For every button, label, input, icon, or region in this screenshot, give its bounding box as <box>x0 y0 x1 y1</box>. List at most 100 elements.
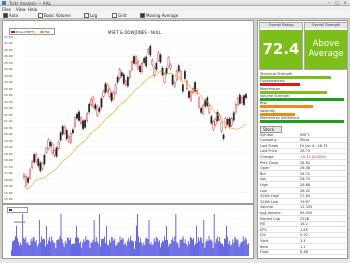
volume-bar <box>196 226 197 256</box>
volume-bar <box>47 243 48 256</box>
volume-bar <box>122 238 124 256</box>
candle-body <box>141 63 144 73</box>
candle-body <box>151 60 154 66</box>
candle-body <box>173 82 176 87</box>
grid-checkbox[interactable]: Grid <box>112 13 126 18</box>
volume-bar <box>131 240 132 256</box>
volume-bar <box>76 226 77 256</box>
y-tick-label: 24.00 <box>4 80 13 85</box>
volume-bar <box>209 240 211 256</box>
candle-body <box>220 121 223 132</box>
volume-bar <box>169 243 171 256</box>
candle-body <box>241 97 243 103</box>
minimize-icon[interactable]: – <box>326 1 332 5</box>
volume-bar <box>67 237 69 256</box>
volume-bar <box>155 236 157 256</box>
candle-body <box>183 71 186 79</box>
candle-body <box>159 54 162 63</box>
analysis-panel: Overall Rating 72.4 Overall Strength Abo… <box>257 20 348 259</box>
volume-bar <box>17 238 18 256</box>
basic-volume-checkbox[interactable]: Basic Volume <box>38 13 71 18</box>
maximize-icon[interactable]: □ <box>334 1 340 5</box>
y-tick-label: 22.00 <box>4 106 13 111</box>
toolbar: Auto Basic Volume Log Grid Moving Averag… <box>0 11 350 19</box>
volume-bar <box>194 245 195 256</box>
candle-body <box>41 163 44 170</box>
detail-value: MSFT <box>300 132 310 137</box>
volume-bar <box>132 240 133 256</box>
detail-value: 1.1 <box>300 244 306 249</box>
candle-body <box>181 84 184 92</box>
overall-rating-header: Overall Rating <box>260 23 302 28</box>
volume-bar <box>153 238 155 256</box>
volume-bar <box>144 245 146 256</box>
volume-bar <box>84 241 86 256</box>
close-icon[interactable]: × <box>342 1 348 5</box>
candle-body <box>230 118 233 126</box>
volume-bar <box>141 242 143 256</box>
candle-body <box>82 120 84 129</box>
detail-value: 27.64 <box>300 194 311 199</box>
candle-body <box>190 91 192 101</box>
detail-value: 19.67 <box>300 199 311 204</box>
volume-bar <box>35 239 37 256</box>
candle-body <box>51 143 54 154</box>
volume-bar <box>62 243 64 256</box>
candle-body <box>169 64 172 69</box>
log-checkbox[interactable]: Log <box>84 13 97 18</box>
volume-bar <box>134 249 135 256</box>
volume-bar <box>106 226 107 256</box>
volume-bar <box>127 238 129 256</box>
volume-bar <box>104 236 105 256</box>
volume-bars <box>11 214 249 256</box>
candle-body <box>35 154 38 162</box>
y-tick-label: 27.50 <box>4 35 13 39</box>
candle-body <box>74 117 76 127</box>
volume-bar <box>46 226 47 256</box>
volume-bar <box>224 238 225 256</box>
volume-bar <box>58 239 60 256</box>
volume-bar <box>161 243 162 256</box>
volume-bar <box>51 236 53 256</box>
volume-bar <box>236 240 238 256</box>
auto-checkbox[interactable]: Auto <box>3 13 18 18</box>
volume-bar <box>91 242 93 256</box>
volume-bar <box>118 242 120 256</box>
status-bar <box>0 259 350 263</box>
volume-bar <box>130 236 131 256</box>
y-tick-label: 16.50 <box>4 177 13 182</box>
candle-body <box>31 161 34 168</box>
volume-bar <box>212 247 214 256</box>
candle-body <box>202 104 205 114</box>
volume-bar <box>135 240 136 256</box>
volume-bar <box>101 238 102 256</box>
volume-bar <box>201 238 203 256</box>
candle-body <box>78 111 80 121</box>
volume-bar <box>246 244 248 256</box>
candle-body <box>137 60 139 70</box>
candle-body <box>131 61 133 70</box>
volume-bar <box>241 241 243 256</box>
volume-chart[interactable]: Volume <box>2 204 254 259</box>
detail-value: Micro <box>300 138 310 143</box>
volume-bar <box>114 238 116 256</box>
candle-body <box>116 77 119 83</box>
volume-bar <box>87 239 89 256</box>
volume-bar <box>56 240 58 256</box>
checkbox-icon <box>84 13 89 18</box>
y-tick-label: 15.50 <box>4 190 13 195</box>
volume-bar <box>45 246 46 256</box>
detail-value: Fri Jan 4 - 26.74 <box>300 143 328 148</box>
candle-body <box>214 119 217 126</box>
price-chart[interactable]: MSFT & DOWJONES - NULL Price (MSFT) MA 2… <box>2 20 254 204</box>
volume-bar <box>97 243 99 256</box>
volume-bar <box>78 237 79 256</box>
y-tick-label: 26.50 <box>4 47 13 52</box>
volume-bar <box>38 220 40 256</box>
candle-body <box>143 58 146 63</box>
moving-average-checkbox[interactable]: Moving Average <box>140 13 178 18</box>
volume-bar <box>229 240 231 256</box>
volume-bar <box>204 247 206 256</box>
rating-bar-fill <box>260 119 345 123</box>
candle-body <box>86 113 89 121</box>
